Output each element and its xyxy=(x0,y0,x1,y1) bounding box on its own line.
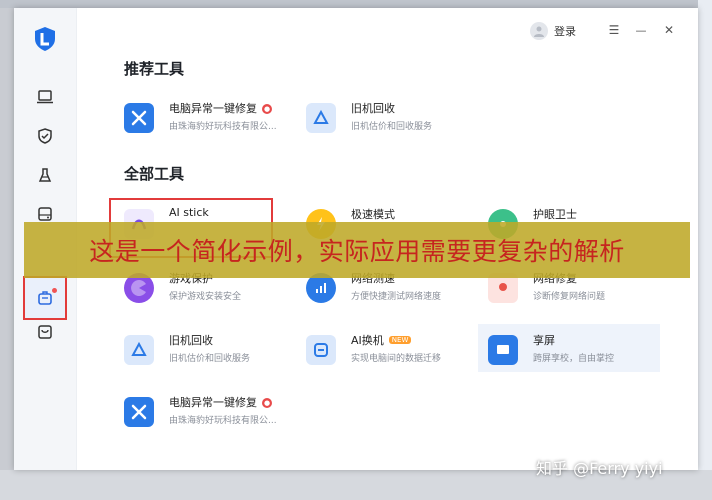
tool-desc: 由珠海豹好玩科技有限公... xyxy=(169,122,277,132)
tool-name: 旧机回收 xyxy=(169,334,213,347)
tool-desc: 旧机估价和回收服务 xyxy=(169,354,251,364)
tool-item[interactable]: 享屏 跨屏享校，自由掌控 xyxy=(488,326,653,376)
sidebar-item-clean[interactable] xyxy=(32,162,58,188)
recycle-icon xyxy=(124,335,154,365)
close-icon: ✕ xyxy=(663,23,675,37)
tool-desc: 实现电脑间的数据迁移 xyxy=(351,354,442,364)
shield-check-icon xyxy=(38,128,52,144)
background-top xyxy=(0,0,712,8)
tool-name: 旧机回收 xyxy=(351,102,395,115)
menu-button[interactable]: ☰ xyxy=(606,22,622,38)
watermark: 知乎 @Ferry yiyi xyxy=(536,459,663,478)
avatar xyxy=(530,22,548,40)
alert-badge: ● xyxy=(262,398,272,408)
tool-desc: 旧机估价和回收服务 xyxy=(351,122,433,132)
notification-dot xyxy=(52,288,57,293)
minimize-button[interactable]: — xyxy=(633,22,649,38)
tool-desc: 由珠海豹好玩科技有限公... xyxy=(169,416,277,426)
sidebar-item-security[interactable] xyxy=(32,123,58,149)
menu-icon: ☰ xyxy=(608,23,620,37)
tool-desc: 方便快捷测试网络速度 xyxy=(351,292,442,302)
drive-icon xyxy=(38,207,52,221)
tool-name: 护眼卫士 xyxy=(533,208,577,221)
tool-desc: 跨屏享校，自由掌控 xyxy=(533,354,615,364)
toolbox-icon xyxy=(38,291,52,305)
tool-desc: 保护游戏安装安全 xyxy=(169,292,242,302)
tool-name: 享屏 xyxy=(533,334,555,347)
tool-item[interactable]: 电脑异常一键修复 ● 由珠海豹好玩科技有限公... xyxy=(124,94,289,144)
tool-item[interactable]: 旧机回收 旧机估价和回收服务 xyxy=(306,94,471,144)
bag-icon xyxy=(38,325,52,339)
login-link[interactable]: 登录 xyxy=(554,23,576,39)
alert-badge: ● xyxy=(262,104,272,114)
tool-name: AI换机 xyxy=(351,334,384,347)
tool-item[interactable]: 旧机回收 旧机估价和回收服务 xyxy=(124,326,289,376)
ai-transfer-icon xyxy=(306,335,336,365)
sidebar-item-laptop[interactable] xyxy=(32,84,58,110)
sidebar-item-toolbox[interactable] xyxy=(23,276,67,320)
tool-name: 电脑异常一键修复 xyxy=(169,102,257,115)
tool-item[interactable]: 电脑异常一键修复 ● 由珠海豹好玩科技有限公... xyxy=(124,388,289,438)
recycle-icon xyxy=(306,103,336,133)
user-icon xyxy=(534,26,544,37)
tool-name: 电脑异常一键修复 xyxy=(169,396,257,409)
clean-brush-icon xyxy=(38,168,52,182)
tool-item[interactable]: AI换机 NEW 实现电脑间的数据迁移 xyxy=(306,326,471,376)
tool-name: AI stick xyxy=(169,206,209,219)
recommended-tools-title: 推荐工具 xyxy=(124,60,185,78)
caption-overlay: 这是一个简化示例，实际应用需要更复杂的解析 xyxy=(24,222,690,278)
all-tools-title: 全部工具 xyxy=(124,165,185,183)
wrench-screwdriver-icon xyxy=(124,397,154,427)
wrench-screwdriver-icon xyxy=(124,103,154,133)
login-area[interactable]: 登录 xyxy=(530,22,576,40)
laptop-icon xyxy=(37,90,53,104)
tool-desc: 诊断修复网络问题 xyxy=(533,292,606,302)
minimize-icon: — xyxy=(635,23,647,37)
share-screen-icon xyxy=(488,335,518,365)
tool-name: 极速模式 xyxy=(351,208,395,221)
new-badge: NEW xyxy=(388,336,412,344)
close-button[interactable]: ✕ xyxy=(661,22,677,38)
background-app-edge xyxy=(698,0,712,500)
sidebar-item-bag[interactable] xyxy=(32,319,58,345)
app-logo xyxy=(34,26,56,52)
